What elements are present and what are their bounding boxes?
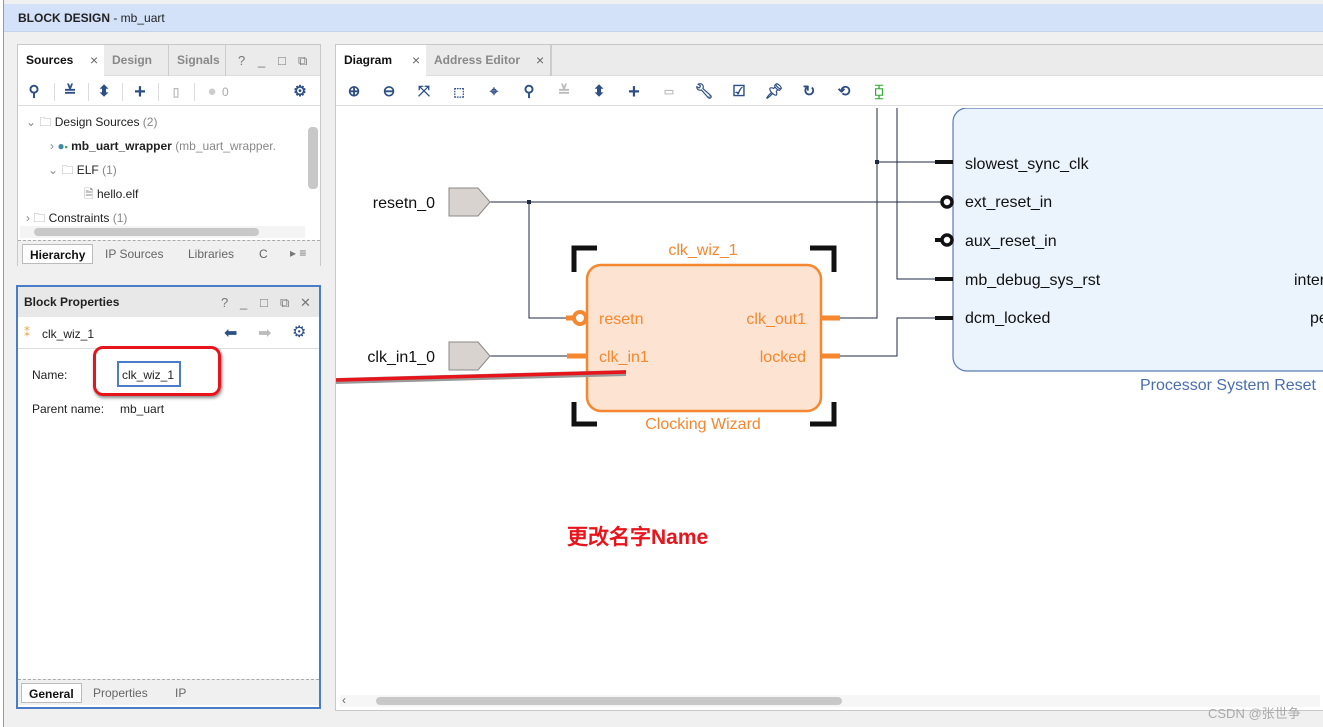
minimize-icon[interactable]: _: [258, 53, 265, 68]
tab-ip[interactable]: IP: [168, 683, 193, 703]
tab-libraries[interactable]: Libraries: [181, 244, 241, 264]
diagram-canvas[interactable]: resetn_0 clk_in1_0 clk_wiz_1 Clocking Wi…: [336, 108, 1323, 694]
maximize-icon[interactable]: □: [278, 53, 286, 68]
block-properties-panel: Block Properties ? _ □ ⧉ ✕ ⁑ clk_wiz_1 ⬅…: [16, 285, 321, 709]
proc-sys-reset-block[interactable]: slowest_sync_clk ext_reset_in aux_reset_…: [935, 108, 1323, 394]
minimize-icon[interactable]: _: [240, 295, 247, 310]
tab-sources[interactable]: Sources ×: [18, 45, 104, 76]
search-icon[interactable]: ⚲: [519, 82, 539, 102]
annotation-text: 更改名字Name: [567, 525, 708, 549]
close-icon[interactable]: ×: [90, 45, 98, 76]
float-icon[interactable]: ⧉: [280, 295, 289, 311]
port-resetn-0[interactable]: [448, 187, 491, 217]
window-subtitle: - mb_uart: [110, 11, 165, 25]
port-label: resetn_0: [373, 195, 435, 212]
unknown-file-icon[interactable]: ▯: [166, 82, 186, 102]
add-icon[interactable]: +: [130, 82, 150, 102]
ip-block-icon: ⁑: [24, 326, 30, 340]
tab-general[interactable]: General: [21, 683, 82, 703]
parent-name-value: mb_uart: [120, 402, 165, 416]
help-icon[interactable]: ?: [221, 295, 228, 310]
horizontal-scrollbar[interactable]: ‹: [340, 693, 1320, 707]
left-edge: [0, 0, 4, 727]
pin-label: clk_out1: [746, 311, 806, 328]
title-bar: BLOCK DESIGN - mb_uart: [4, 4, 1323, 32]
validate-icon[interactable]: ☑: [729, 82, 749, 102]
horizontal-scrollbar[interactable]: [20, 226, 305, 238]
collapse-all-icon[interactable]: ≚: [60, 82, 80, 102]
refresh-icon[interactable]: ↻: [799, 82, 819, 102]
tab-diagram[interactable]: Diagram ×: [336, 45, 426, 76]
center-icon[interactable]: ⌖: [484, 82, 504, 102]
search-icon[interactable]: ⚲: [24, 82, 44, 102]
tab-compile-order[interactable]: C: [252, 244, 275, 264]
port-label: clk_in1_0: [367, 349, 435, 366]
tree-item-wrapper[interactable]: › ●▪ mb_uart_wrapper (mb_uart_wrapper.: [50, 135, 276, 157]
annotation-arrow: [336, 370, 627, 385]
clk-wiz-block[interactable]: clk_wiz_1 Clocking Wizard resetn clk_in1…: [566, 242, 840, 433]
fit-view-icon[interactable]: ⤧: [414, 82, 434, 102]
close-icon[interactable]: ✕: [300, 295, 311, 311]
tree-item-elf[interactable]: ⌄ 🗀 ELF (1): [48, 159, 117, 181]
tree-item-hello-elf[interactable]: 🗎 hello.elf: [84, 183, 138, 205]
pin-icon[interactable]: 📌︎: [764, 82, 784, 102]
tab-properties[interactable]: Properties: [86, 683, 155, 703]
zoom-out-icon[interactable]: ⊖: [379, 82, 399, 102]
sources-panel: Sources × Design Signals ? _ □ ⧉ ⚲ ≚ ⬍ + …: [17, 44, 321, 266]
issue-count: 0: [222, 85, 229, 99]
tab-signals[interactable]: Signals: [169, 45, 226, 76]
zoom-in-icon[interactable]: ⊕: [344, 82, 364, 102]
gear-icon[interactable]: ⚙: [292, 322, 306, 342]
block-instance-name: clk_wiz_1: [668, 242, 737, 259]
expand-all-icon[interactable]: ⬍: [94, 82, 114, 102]
vertical-scrollbar[interactable]: [308, 113, 318, 225]
panel-title: Block Properties: [24, 295, 120, 309]
pin-label: pe: [1310, 310, 1323, 327]
tab-address-editor[interactable]: Address Editor ×: [426, 45, 552, 76]
pin-label: locked: [760, 349, 806, 366]
block-type: Processor System Reset: [1140, 377, 1317, 394]
pin-label: resetn: [599, 311, 643, 328]
selected-object: clk_wiz_1: [42, 327, 95, 341]
more-tabs-icon[interactable]: ▸ ≡: [290, 246, 306, 260]
status-dot-icon: ●: [207, 83, 217, 100]
pin-label: dcm_locked: [965, 310, 1050, 327]
regenerate-layout-icon[interactable]: ⟲: [834, 82, 854, 102]
close-icon[interactable]: ×: [412, 45, 420, 76]
pin-label: inter: [1294, 272, 1323, 289]
help-icon[interactable]: ?: [238, 53, 245, 68]
tab-hierarchy[interactable]: Hierarchy: [22, 244, 94, 264]
forward-arrow-icon[interactable]: ➡: [258, 323, 271, 343]
port-clk-in1-0[interactable]: [448, 341, 491, 371]
block-type: Clocking Wizard: [645, 416, 761, 433]
wrench-icon[interactable]: 🔧︎: [694, 82, 714, 102]
window-title: BLOCK DESIGN: [18, 11, 111, 25]
make-external-icon[interactable]: ▭: [659, 82, 679, 102]
zoom-selection-icon[interactable]: ⬚: [449, 82, 469, 102]
pin-label: ext_reset_in: [965, 194, 1052, 211]
add-ip-icon[interactable]: +: [624, 82, 644, 102]
float-icon[interactable]: ⧉: [298, 53, 307, 69]
maximize-icon[interactable]: □: [260, 295, 268, 310]
parent-name-label: Parent name:: [32, 402, 105, 416]
tab-design[interactable]: Design: [104, 45, 169, 76]
diagram-panel: Diagram × Address Editor × ⊕ ⊖ ⤧ ⬚ ⌖ ⚲ ≚ ⬍…: [335, 44, 1323, 711]
gear-icon[interactable]: ⚙: [290, 82, 310, 102]
tab-ip-sources[interactable]: IP Sources: [98, 244, 170, 264]
expand-icon[interactable]: ⬍: [589, 82, 609, 102]
collapse-icon[interactable]: ≚: [554, 82, 574, 102]
watermark: CSDN @张世争: [1208, 706, 1301, 721]
tree-item-design-sources[interactable]: ⌄ 🗀 Design Sources (2): [26, 111, 157, 133]
pin-label: clk_in1: [599, 349, 649, 366]
pin-label: mb_debug_sys_rst: [965, 272, 1101, 289]
pin-label: aux_reset_in: [965, 233, 1057, 250]
port-icon[interactable]: ⧮: [869, 82, 889, 102]
close-icon[interactable]: ×: [536, 45, 544, 76]
back-arrow-icon[interactable]: ⬅: [224, 323, 237, 343]
highlight-box: [93, 346, 221, 396]
name-label: Name:: [32, 368, 68, 382]
pin-label: slowest_sync_clk: [965, 156, 1090, 173]
